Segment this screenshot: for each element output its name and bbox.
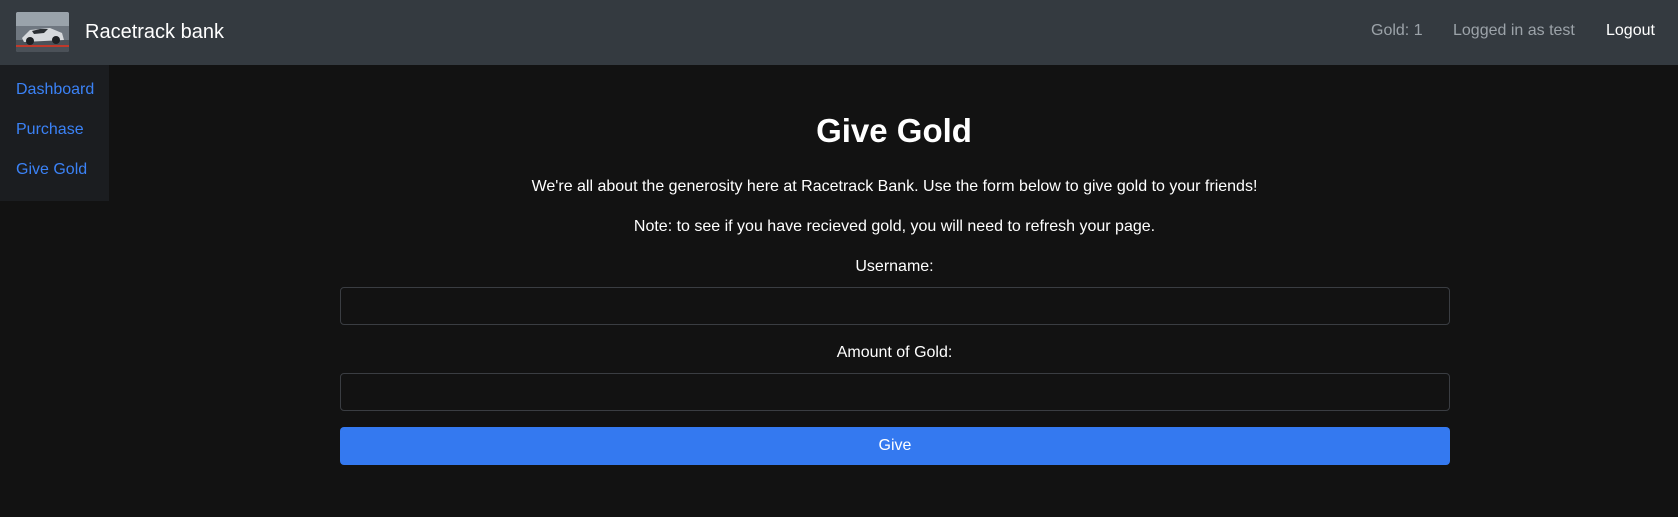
- give-button[interactable]: Give: [340, 427, 1450, 465]
- sidebar-item-dashboard[interactable]: Dashboard: [16, 81, 94, 99]
- brand-name[interactable]: Racetrack bank: [85, 20, 224, 44]
- sidebar-item-give-gold[interactable]: Give Gold: [16, 161, 87, 179]
- amount-label: Amount of Gold:: [836, 344, 953, 361]
- amount-input[interactable]: [340, 373, 1450, 411]
- page-title: Give Gold: [816, 112, 972, 149]
- intro-text: We're all about the generosity here at R…: [531, 178, 1258, 195]
- race-car-image: [16, 12, 69, 52]
- brand-logo-image[interactable]: [16, 12, 69, 52]
- logout-link[interactable]: Logout: [1606, 22, 1655, 40]
- top-navbar: Racetrack bank Gold: 1 Logged in as test…: [0, 0, 1678, 65]
- logged-in-user: Logged in as test: [1453, 22, 1575, 39]
- note-text: Note: to see if you have recieved gold, …: [633, 218, 1156, 235]
- gold-balance: Gold: 1: [1371, 22, 1423, 39]
- username-label: Username:: [855, 258, 934, 275]
- username-input[interactable]: [340, 287, 1450, 325]
